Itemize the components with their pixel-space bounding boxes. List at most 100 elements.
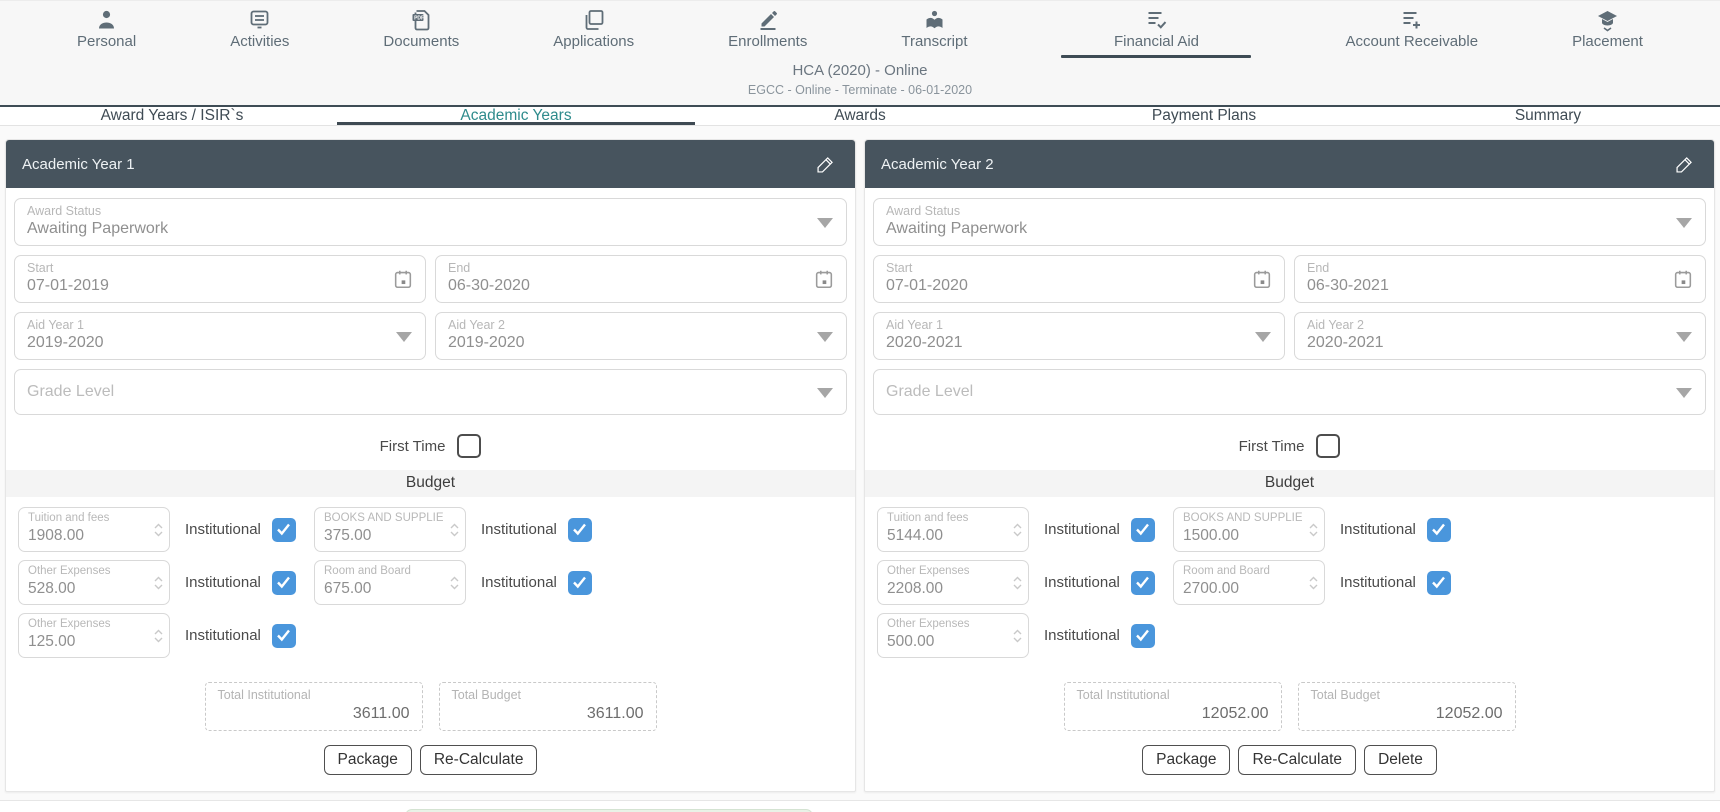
number-spinner[interactable] <box>1309 523 1318 537</box>
chevron-down-icon[interactable] <box>1676 218 1692 228</box>
budget-item: Other Expenses 125.00 Institutional <box>18 613 314 658</box>
calendar-icon[interactable] <box>1672 268 1694 290</box>
card-header: Academic Year 1 <box>6 140 855 188</box>
budget-item: Tuition and fees 1908.00 Institutional <box>18 507 314 552</box>
tab-awards[interactable]: Awards <box>688 107 1032 125</box>
award-status-select[interactable]: Award Status Awaiting Paperwork <box>14 198 847 246</box>
calendar-icon[interactable] <box>392 268 414 290</box>
tab-summary[interactable]: Summary <box>1376 107 1720 125</box>
calendar-icon[interactable] <box>813 268 835 290</box>
number-spinner[interactable] <box>1013 576 1022 590</box>
start-date-field[interactable]: Start 07-01-2019 <box>14 255 426 303</box>
number-spinner[interactable] <box>1013 629 1022 643</box>
number-spinner[interactable] <box>1013 523 1022 537</box>
nav-label: Placement <box>1572 33 1643 50</box>
edit-pencil-icon[interactable] <box>813 152 837 176</box>
nav-item-placement[interactable]: Placement <box>1572 8 1643 50</box>
tab-award-years-isirs[interactable]: Award Years / ISIR`s <box>0 107 344 125</box>
aid-year-1-select[interactable]: Aid Year 1 2020-2021 <box>873 312 1285 360</box>
tab-payment-plans[interactable]: Payment Plans <box>1032 107 1376 125</box>
grade-level-select[interactable]: Grade Level <box>873 369 1706 415</box>
chevron-down-icon[interactable] <box>1255 332 1271 342</box>
institutional-label: Institutional <box>1340 574 1416 591</box>
nav-item-account-receivable[interactable]: Account Receivable <box>1345 8 1478 50</box>
chevron-down-icon[interactable] <box>817 388 833 398</box>
number-spinner[interactable] <box>154 523 163 537</box>
placement-icon <box>1595 8 1620 32</box>
budget-amount-field[interactable]: Other Expenses 2208.00 <box>877 560 1029 605</box>
number-spinner[interactable] <box>450 576 459 590</box>
nav-item-applications[interactable]: Applications <box>553 8 634 50</box>
delete-button[interactable]: Delete <box>1364 745 1437 775</box>
budget-amount-field[interactable]: BOOKS AND SUPPLIES 375.00 <box>314 507 466 552</box>
institutional-checkbox[interactable] <box>1427 571 1451 595</box>
nav-item-transcript[interactable]: Transcript <box>901 8 967 50</box>
package-button[interactable]: Package <box>1142 745 1230 775</box>
institutional-checkbox[interactable] <box>272 518 296 542</box>
chevron-down-icon[interactable] <box>817 332 833 342</box>
calendar-icon[interactable] <box>1251 268 1273 290</box>
budget-amount-field[interactable]: Other Expenses 528.00 <box>18 560 170 605</box>
budget-amount-field[interactable]: Tuition and fees 1908.00 <box>18 507 170 552</box>
chevron-down-icon[interactable] <box>396 332 412 342</box>
institutional-checkbox[interactable] <box>1131 518 1155 542</box>
nav-item-personal[interactable]: Personal <box>77 8 136 50</box>
nav-item-activities[interactable]: Activities <box>230 8 289 50</box>
award-status-select[interactable]: Award Status Awaiting Paperwork <box>873 198 1706 246</box>
budget-amount-field[interactable]: Other Expenses 125.00 <box>18 613 170 658</box>
budget-field-value: 125.00 <box>28 632 147 651</box>
aid-year-1-select[interactable]: Aid Year 1 2019-2020 <box>14 312 426 360</box>
budget-amount-field[interactable]: BOOKS AND SUPPLIES 1500.00 <box>1173 507 1325 552</box>
first-time-checkbox[interactable] <box>457 434 481 458</box>
field-value: 2019-2020 <box>27 333 385 352</box>
budget-amount-field[interactable]: Room and Board 2700.00 <box>1173 560 1325 605</box>
field-value: Awaiting Paperwork <box>886 219 1665 238</box>
budget-field-value: 500.00 <box>887 632 1006 651</box>
field-value: 2020-2021 <box>1307 333 1665 352</box>
budget-amount-field[interactable]: Tuition and fees 5144.00 <box>877 507 1029 552</box>
institutional-checkbox[interactable] <box>1427 518 1451 542</box>
institutional-checkbox[interactable] <box>568 571 592 595</box>
transcript-icon <box>922 8 947 32</box>
chevron-down-icon[interactable] <box>1676 332 1692 342</box>
budget-amount-field[interactable]: Room and Board 675.00 <box>314 560 466 605</box>
nav-label: Personal <box>77 33 136 50</box>
documents-icon: PDF <box>409 8 434 32</box>
number-spinner[interactable] <box>154 629 163 643</box>
institutional-checkbox[interactable] <box>568 518 592 542</box>
tab-academic-years[interactable]: Academic Years <box>344 107 688 125</box>
chevron-down-icon[interactable] <box>1676 388 1692 398</box>
first-time-label: First Time <box>1239 438 1305 455</box>
grade-level-select[interactable]: Grade Level <box>14 369 847 415</box>
nav-item-financial-aid[interactable]: Financial Aid <box>1061 8 1251 58</box>
nav-item-documents[interactable]: PDF Documents <box>383 8 459 50</box>
field-value: 06-30-2021 <box>1307 276 1665 295</box>
institutional-checkbox[interactable] <box>1131 571 1155 595</box>
edit-pencil-icon[interactable] <box>1672 152 1696 176</box>
package-button[interactable]: Package <box>324 745 412 775</box>
number-spinner[interactable] <box>154 576 163 590</box>
chevron-down-icon[interactable] <box>817 218 833 228</box>
nav-item-enrollments[interactable]: Enrollments <box>728 8 807 50</box>
recalculate-button[interactable]: Re-Calculate <box>420 745 538 775</box>
budget-amount-field[interactable]: Other Expenses 500.00 <box>877 613 1029 658</box>
first-time-label: First Time <box>380 438 446 455</box>
institutional-checkbox[interactable] <box>1131 624 1155 648</box>
first-time-checkbox[interactable] <box>1316 434 1340 458</box>
end-date-field[interactable]: End 06-30-2021 <box>1294 255 1706 303</box>
field-label: Start <box>27 261 385 275</box>
budget-field-label: Other Expenses <box>28 565 147 578</box>
budget-field-value: 1908.00 <box>28 526 147 545</box>
institutional-checkbox[interactable] <box>272 571 296 595</box>
total-value: 12052.00 <box>1311 705 1503 723</box>
number-spinner[interactable] <box>1309 576 1318 590</box>
institutional-checkbox[interactable] <box>272 624 296 648</box>
field-value: 07-01-2019 <box>27 276 385 295</box>
end-date-field[interactable]: End 06-30-2020 <box>435 255 847 303</box>
aid-year-2-select[interactable]: Aid Year 2 2020-2021 <box>1294 312 1706 360</box>
start-date-field[interactable]: Start 07-01-2020 <box>873 255 1285 303</box>
number-spinner[interactable] <box>450 523 459 537</box>
recalculate-button[interactable]: Re-Calculate <box>1238 745 1356 775</box>
aid-year-2-select[interactable]: Aid Year 2 2019-2020 <box>435 312 847 360</box>
field-value: 2020-2021 <box>886 333 1244 352</box>
